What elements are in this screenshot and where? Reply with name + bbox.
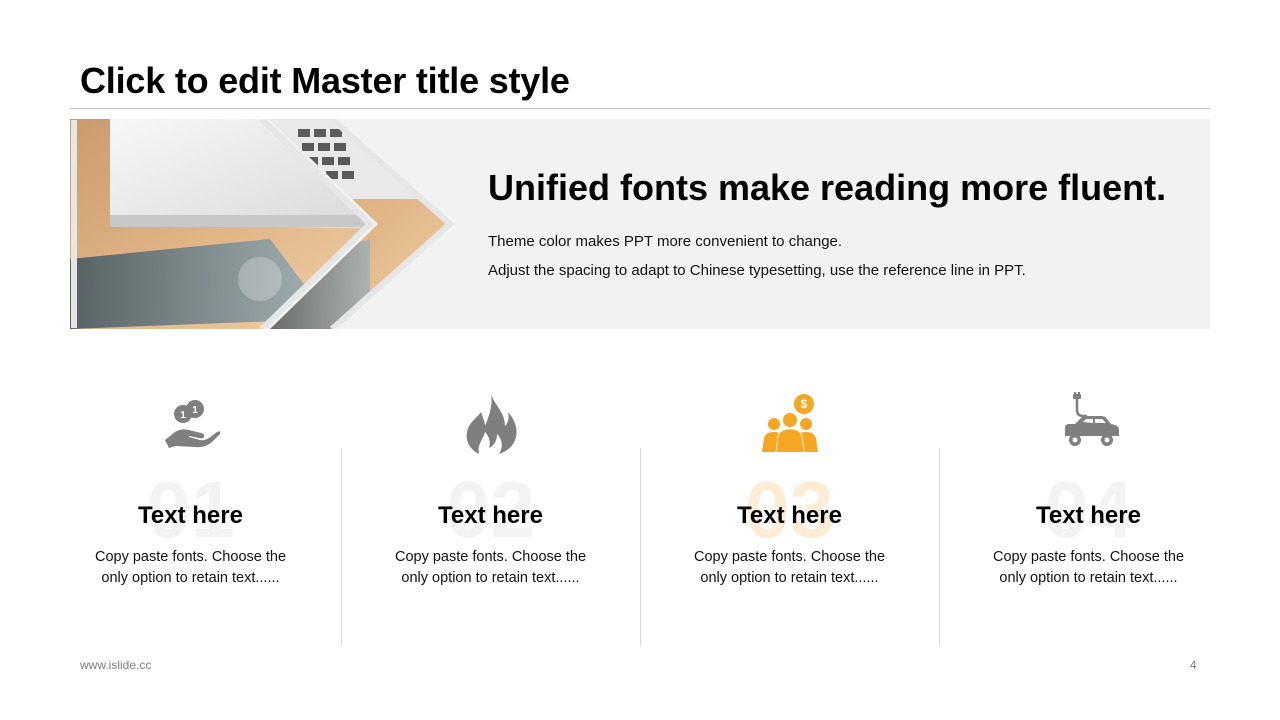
column-desc: Copy paste fonts. Choose the only option… <box>992 549 1185 586</box>
banner-headline: Unified fonts make reading more fluent. <box>488 167 1167 208</box>
feature-column-1: 1 1 01 Text here Copy paste fonts. Choos… <box>41 392 340 652</box>
electric-car-icon <box>1064 392 1119 446</box>
column-label: Text here <box>737 502 842 529</box>
flame-icon <box>466 394 517 454</box>
banner-line-2: Adjust the spacing to adapt to Chinese t… <box>488 262 1026 279</box>
team-dollar-icon: $ <box>761 394 818 453</box>
column-label: Text here <box>138 502 243 529</box>
coin-hand-icon: 1 1 <box>164 400 220 448</box>
svg-text:1: 1 <box>192 405 198 416</box>
feature-column-4: 04 Text here Copy paste fonts. Choose th… <box>939 392 1238 652</box>
svg-text:$: $ <box>800 397 807 411</box>
page-number: 4 <box>1190 658 1197 672</box>
feature-column-3: $ 03 Text here Copy paste fonts. Choose … <box>640 392 939 652</box>
column-desc: Copy paste fonts. Choose the only option… <box>394 549 587 586</box>
column-label: Text here <box>1036 502 1141 529</box>
title-divider <box>70 108 1210 109</box>
column-label: Text here <box>438 502 543 529</box>
column-desc: Copy paste fonts. Choose the only option… <box>94 549 287 586</box>
banner-line-1: Theme color makes PPT more convenient to… <box>488 233 843 250</box>
svg-text:1: 1 <box>180 410 186 421</box>
footer-url: www.islide.cc <box>80 658 152 672</box>
slide-title: Click to edit Master title style <box>80 60 570 101</box>
column-desc: Copy paste fonts. Choose the only option… <box>693 549 886 586</box>
laptop-phone-photo <box>70 119 455 329</box>
feature-column-2: 02 Text here Copy paste fonts. Choose th… <box>341 392 640 652</box>
hero-banner: Unified fonts make reading more fluent. … <box>70 119 1210 329</box>
